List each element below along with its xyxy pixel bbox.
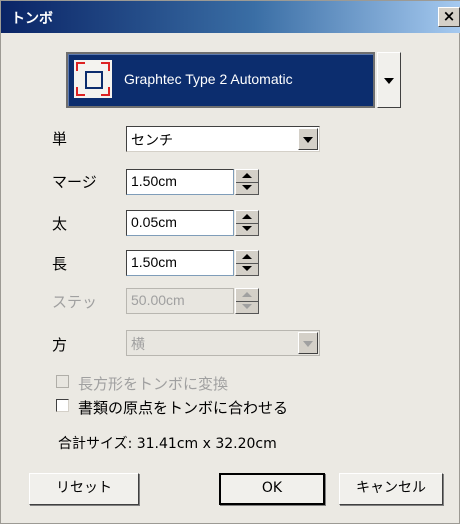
direction-select[interactable]: 横 [126,330,320,356]
step-stepper[interactable] [235,288,259,314]
unit-select[interactable]: センチ [126,126,320,152]
direction-label: 方 [52,336,68,354]
margin-label: マージ [52,173,97,191]
convert-rect-label: 長方形をトンボに変換 [78,375,229,393]
direction-dropdown-button[interactable] [298,332,318,354]
dialog-title: トンボ [11,11,53,27]
align-origin-checkbox[interactable] [56,399,69,412]
crop-mark-icon [74,60,112,98]
chevron-down-icon [384,78,394,84]
align-origin-label: 書類の原点をトンボに合わせる [78,399,289,417]
crop-marks-dialog: トンボ × Graphtec Type 2 Automatic 単 センチ マー… [0,0,460,524]
preset-list[interactable]: Graphtec Type 2 Automatic [66,52,375,108]
reset-button[interactable]: リセット [29,473,139,505]
unit-value: センチ [131,133,173,149]
ok-button[interactable]: OK [219,473,325,505]
thickness-stepper[interactable] [235,210,259,236]
step-input[interactable]: 50.00cm [126,288,234,314]
unit-label: 単 [52,130,68,148]
cancel-button[interactable]: キャンセル [339,473,443,505]
decrement-button[interactable] [236,223,258,235]
length-stepper[interactable] [235,250,259,276]
length-label: 長 [52,255,68,273]
preset-dropdown-button[interactable] [377,52,401,108]
length-input[interactable]: 1.50cm [126,250,234,276]
direction-value: 横 [131,337,145,353]
chevron-down-icon [303,341,313,347]
chevron-down-icon [303,137,313,143]
thickness-input[interactable]: 0.05cm [126,210,234,236]
margin-input[interactable]: 1.50cm [126,169,234,195]
decrement-button[interactable] [236,301,258,313]
decrement-button[interactable] [236,182,258,194]
title-bar[interactable]: トンボ × [1,1,460,33]
close-button[interactable]: × [438,7,460,27]
margin-stepper[interactable] [235,169,259,195]
step-label: ステッ [52,293,98,311]
unit-dropdown-button[interactable] [298,128,318,150]
preset-label: Graphtec Type 2 Automatic [124,71,293,87]
decrement-button[interactable] [236,263,258,275]
thickness-label: 太 [52,215,68,233]
convert-rect-checkbox[interactable] [56,375,69,388]
total-size: 合計サイズ: 31.41cm x 32.20cm [58,436,277,452]
